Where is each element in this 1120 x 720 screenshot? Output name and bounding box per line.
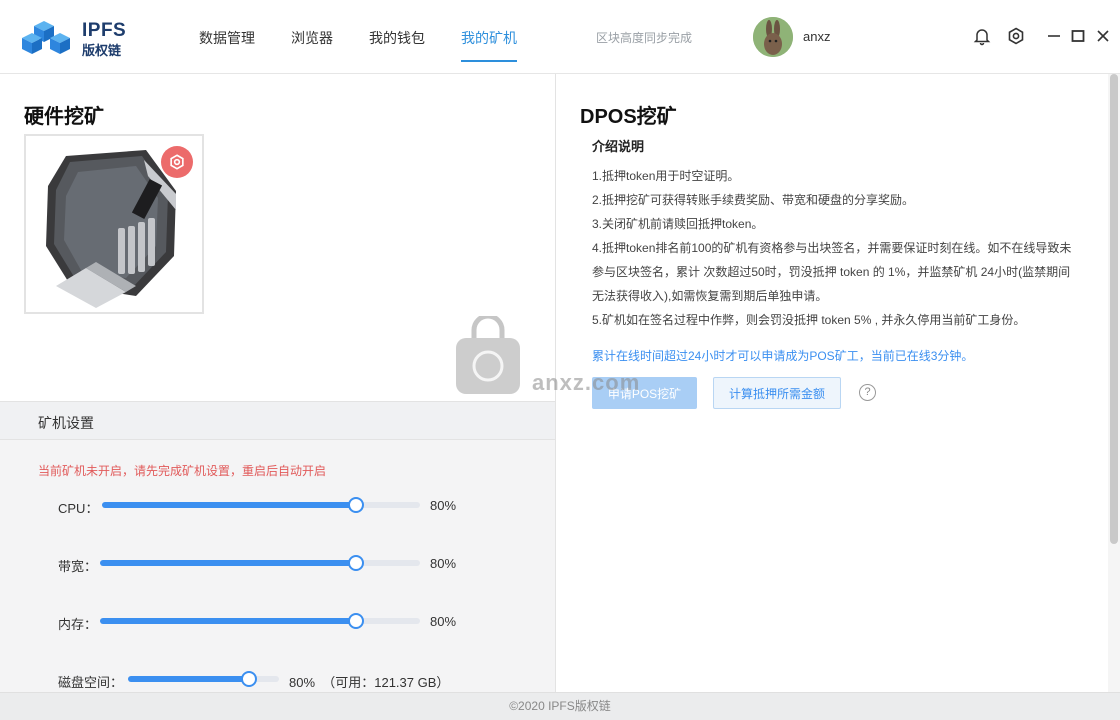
rabbit-avatar-icon [753,17,793,57]
app-header: IPFS 版权链 数据管理 浏览器 我的钱包 我的矿机 区块高度同步完成 anx… [0,0,1120,74]
disk-slider[interactable] [128,671,279,687]
nav-browser[interactable]: 浏览器 [291,28,333,48]
intro-line: 2.抵押挖矿可获得转账手续费奖励、带宽和硬盘的分享奖励。 [592,193,915,207]
intro-line: 3.关闭矿机前请赎回抵押token。 [592,217,764,231]
intro-line: 无法获得收入),如需恢复需到期后单独申请。 [592,289,828,303]
memory-slider-handle[interactable] [348,613,364,629]
nav-data-management[interactable]: 数据管理 [199,28,255,48]
intro-title: 介绍说明 [592,139,645,154]
bandwidth-slider[interactable] [100,555,420,571]
disk-value: 80% （可用：121.37 GB） [289,675,450,690]
logo-title: IPFS [82,20,127,41]
cpu-slider-fill [102,502,357,508]
bandwidth-value: 80% [430,556,457,571]
intro-line: 1.抵押token用于时空证明。 [592,169,740,183]
memory-slider-fill [100,618,356,624]
footer: ©2020 IPFS版权链 [0,692,1120,720]
miner-settings-button[interactable] [161,146,193,178]
nav-active-indicator [461,60,517,62]
intro-line: 4.抵押token排名前100的矿机有资格参与出块签名，并需要保证时刻在线。如不… [592,241,1072,255]
memory-slider[interactable] [100,613,420,629]
apply-pos-mining-button[interactable]: 申请POS挖矿 [592,377,697,409]
minimize-icon[interactable] [1044,26,1064,46]
disk-label: 磁盘空间： [58,675,124,690]
username[interactable]: anxz [803,29,830,44]
online-time-note: 累计在线时间超过24小时才可以申请成为POS矿工，当前已在线3分钟。 [592,349,974,363]
right-scrollbar[interactable] [1108,74,1120,692]
settings-icon[interactable] [1006,26,1026,46]
logo-subtitle: 版权链 [82,43,122,58]
memory-label: 内存： [58,617,98,632]
dpos-mining-title: DPOS挖矿 [580,106,677,128]
maximize-icon[interactable] [1068,26,1088,46]
nav-my-wallet[interactable]: 我的钱包 [369,28,425,48]
intro-line: 5.矿机如在签名过程中作弊，则会罚没抵押 token 5% , 并永久停用当前矿… [592,313,1026,327]
bell-icon[interactable] [972,26,992,46]
intro-line: 参与区块签名，累计 次数超过50时，罚没抵押 token 的 1%，并监禁矿机 … [592,265,1071,279]
disk-slider-fill [128,676,249,682]
cpu-slider[interactable] [102,497,420,513]
memory-value: 80% [430,614,457,629]
cubes-logo-icon [22,21,70,54]
gear-icon [170,154,184,170]
help-icon[interactable]: ? [859,384,876,401]
bandwidth-label: 带宽： [58,559,98,574]
miner-settings-title: 矿机设置 [38,415,94,431]
cpu-value: 80% [430,498,457,513]
hardware-mining-title: 硬件挖矿 [24,106,104,128]
cpu-label: CPU： [58,501,99,516]
calculate-stake-button[interactable]: 计算抵押所需金额 [713,377,841,409]
close-icon[interactable] [1093,26,1113,46]
nav-my-miner[interactable]: 我的矿机 [461,28,517,48]
app-logo: IPFS 版权链 [20,18,130,58]
copyright-text: ©2020 IPFS版权链 [509,699,611,713]
miner-settings-header: 矿机设置 [0,401,555,440]
disk-slider-handle[interactable] [240,671,257,687]
bandwidth-slider-fill [100,560,356,566]
avatar[interactable] [753,17,793,57]
miner-warning: 当前矿机未开启，请先完成矿机设置，重启后自动开启 [38,464,327,478]
sync-status: 区块高度同步完成 [596,31,693,45]
bandwidth-slider-handle[interactable] [348,555,364,571]
scrollbar-thumb[interactable] [1110,74,1118,544]
